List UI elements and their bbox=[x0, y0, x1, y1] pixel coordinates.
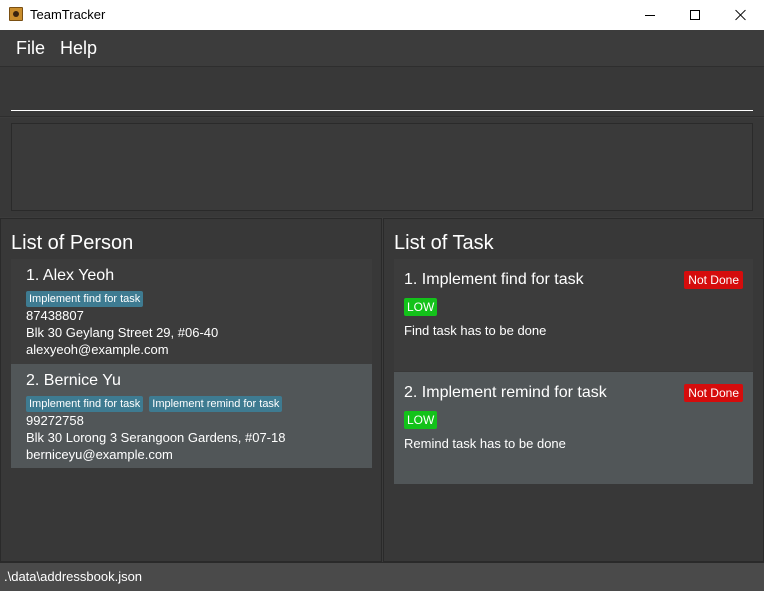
task-list-panel: List of Task 1. Implement find for task … bbox=[383, 218, 764, 562]
menu-bar: File Help bbox=[0, 30, 764, 66]
person-email: berniceyu@example.com bbox=[26, 447, 173, 462]
maximize-button[interactable] bbox=[672, 0, 718, 30]
minimize-icon bbox=[645, 14, 655, 16]
menu-help[interactable]: Help bbox=[60, 38, 97, 59]
command-box bbox=[0, 66, 764, 117]
tag: Implement find for task bbox=[26, 291, 144, 307]
person-card[interactable]: 2. Bernice Yu Implement find for task Im… bbox=[11, 364, 372, 468]
person-list-title: List of Person bbox=[11, 232, 134, 254]
status-badge: Not Done bbox=[684, 384, 743, 402]
app-window: TeamTracker File Help List of Person 1. … bbox=[0, 0, 764, 591]
person-name: 1. Alex Yeoh bbox=[26, 267, 115, 284]
person-name: 2. Bernice Yu bbox=[26, 372, 121, 389]
command-input[interactable] bbox=[11, 79, 753, 111]
person-address: Blk 30 Geylang Street 29, #06-40 bbox=[26, 325, 219, 340]
tag: Implement remind for task bbox=[149, 396, 283, 412]
status-badge: Not Done bbox=[684, 271, 743, 289]
task-description: Remind task has to be done bbox=[404, 436, 566, 451]
person-card[interactable]: 1. Alex Yeoh Implement find for task 874… bbox=[11, 259, 372, 364]
save-location: .\data\addressbook.json bbox=[4, 569, 143, 584]
task-description: Find task has to be done bbox=[404, 323, 547, 338]
window-title: TeamTracker bbox=[30, 7, 106, 22]
result-display-region bbox=[0, 118, 764, 217]
minimize-button[interactable] bbox=[627, 0, 673, 30]
person-tags: Implement find for task Implement remind… bbox=[26, 396, 283, 412]
priority-badge: LOW bbox=[404, 411, 438, 429]
task-title: 2. Implement remind for task bbox=[404, 384, 607, 401]
app-icon bbox=[9, 7, 23, 21]
status-bar: .\data\addressbook.json bbox=[0, 562, 764, 591]
person-address: Blk 30 Lorong 3 Serangoon Gardens, #07-1… bbox=[26, 430, 286, 445]
task-list-title: List of Task bbox=[394, 232, 494, 254]
person-phone: 99272758 bbox=[26, 413, 84, 428]
person-list-panel: List of Person 1. Alex Yeoh Implement fi… bbox=[0, 218, 382, 562]
title-bar: TeamTracker bbox=[0, 0, 764, 30]
person-phone: 87438807 bbox=[26, 308, 84, 323]
task-card[interactable]: 2. Implement remind for task Not Done LO… bbox=[394, 372, 753, 484]
menu-file[interactable]: File bbox=[16, 38, 45, 59]
close-button[interactable] bbox=[718, 0, 764, 30]
result-display bbox=[11, 123, 753, 211]
person-email: alexyeoh@example.com bbox=[26, 342, 169, 357]
close-icon bbox=[735, 9, 747, 21]
priority-badge: LOW bbox=[404, 298, 438, 316]
task-card[interactable]: 1. Implement find for task Not Done LOW … bbox=[394, 259, 753, 371]
person-tags: Implement find for task bbox=[26, 291, 144, 307]
tag: Implement find for task bbox=[26, 396, 144, 412]
maximize-icon bbox=[690, 10, 700, 20]
task-title: 1. Implement find for task bbox=[404, 271, 584, 288]
